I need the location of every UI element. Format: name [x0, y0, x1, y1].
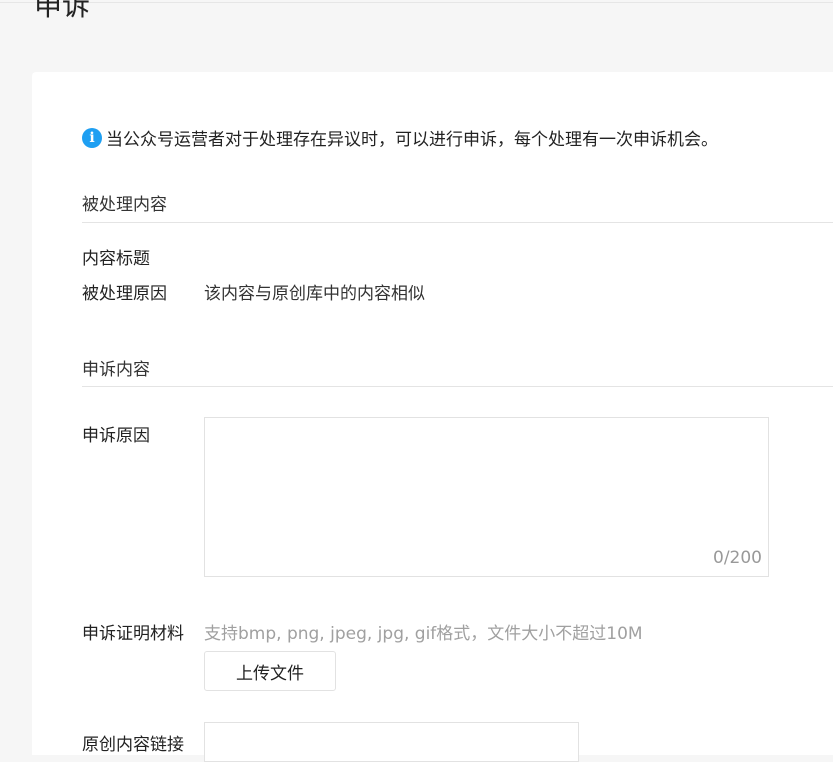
appeal-reason-counter: 0/200: [713, 548, 762, 568]
processed-section-divider: [82, 222, 833, 223]
processed-section-title: 被处理内容: [82, 195, 167, 215]
evidence-label: 申诉证明材料: [82, 624, 184, 644]
appeal-card: i 当公众号运营者对于处理存在异议时，可以进行申诉，每个处理有一次申诉机会。 被…: [32, 72, 833, 762]
processed-reason-value: 该内容与原创库中的内容相似: [204, 284, 425, 304]
appeal-section-divider: [82, 386, 833, 387]
top-divider: [0, 2, 833, 3]
content-title-label: 内容标题: [82, 249, 150, 269]
appeal-reason-label: 申诉原因: [82, 426, 150, 446]
original-link-label: 原创内容链接: [82, 735, 184, 755]
notice-text: 当公众号运营者对于处理存在异议时，可以进行申诉，每个处理有一次申诉机会。: [106, 130, 718, 150]
processed-reason-label: 被处理原因: [82, 284, 167, 304]
evidence-hint: 支持bmp, png, jpeg, jpg, gif格式，文件大小不超过10M: [204, 624, 643, 644]
upload-file-button[interactable]: 上传文件: [204, 651, 336, 691]
info-icon: i: [82, 127, 102, 148]
original-link-input[interactable]: [204, 722, 579, 762]
appeal-reason-textarea[interactable]: 0/200: [204, 417, 769, 577]
page-title: 申诉: [34, 0, 91, 22]
notice-bar: i 当公众号运营者对于处理存在异议时，可以进行申诉，每个处理有一次申诉机会。: [82, 125, 718, 150]
appeal-section-title: 申诉内容: [82, 360, 150, 380]
